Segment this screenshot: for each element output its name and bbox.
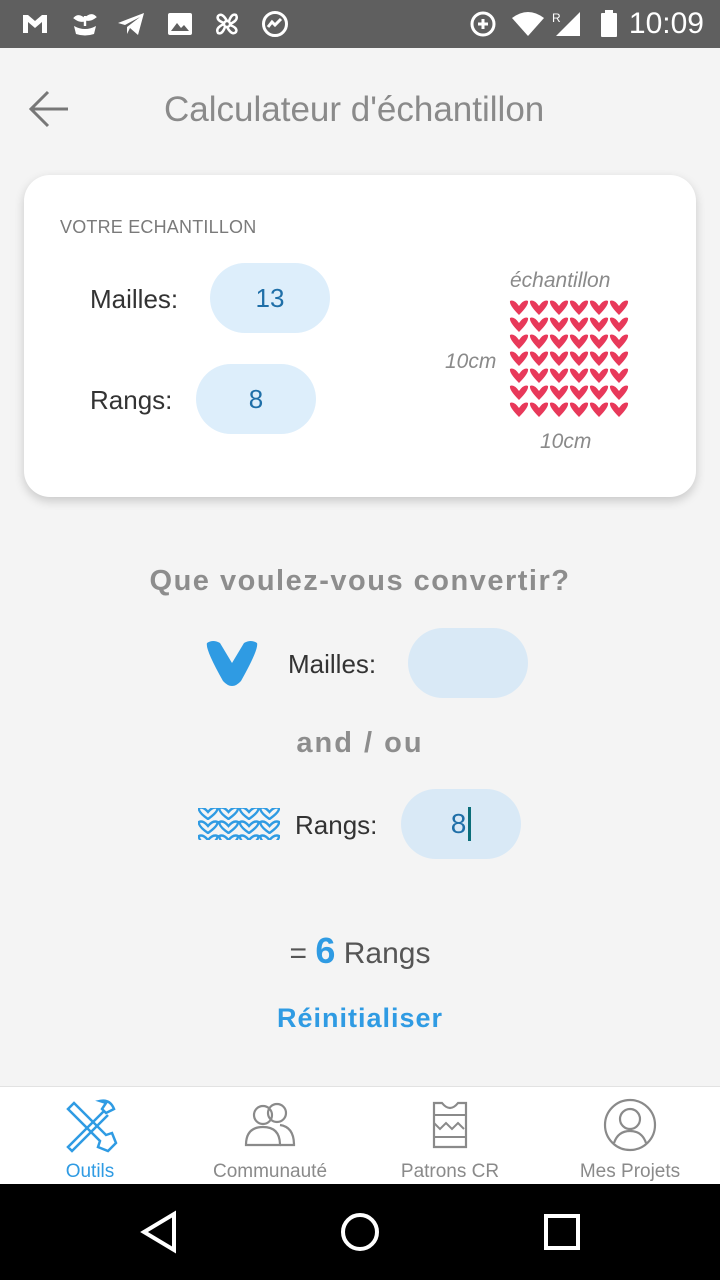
profile-icon: [603, 1098, 657, 1152]
bottom-nav: Outils Communauté Patrons CR Mes Projets: [0, 1086, 720, 1184]
home-circle-icon[interactable]: [338, 1210, 382, 1254]
reset-button[interactable]: Réinitialiser: [0, 1003, 720, 1034]
convert-rangs-input[interactable]: 8: [401, 789, 521, 859]
nav-outils[interactable]: Outils: [0, 1087, 180, 1185]
gmail-icon: [23, 15, 47, 33]
wifi-icon: [512, 12, 544, 36]
image-icon: [168, 13, 192, 35]
swatch-title: échantillon: [510, 269, 611, 292]
pinwheel-icon: [216, 13, 238, 35]
gauge-rangs-input[interactable]: 8: [196, 364, 316, 434]
swatch-height-label: 10cm: [445, 350, 497, 373]
nav-label-projets: Mes Projets: [579, 1161, 681, 1182]
data-saver-icon: [470, 11, 496, 37]
battery-icon: [601, 10, 617, 37]
gauge-rangs-label: Rangs:: [90, 385, 173, 415]
nav-communaute[interactable]: Communauté: [180, 1087, 360, 1185]
sweater-icon: [432, 1101, 468, 1149]
telegram-icon: [118, 13, 144, 35]
activity-icon: [262, 11, 288, 37]
back-arrow-icon[interactable]: [24, 84, 76, 134]
tools-icon: [66, 1099, 118, 1153]
convert-rangs-value: 8: [450, 808, 467, 839]
nav-label-communaute: Communauté: [212, 1161, 328, 1182]
status-bar: R 10:09: [0, 0, 720, 48]
result-unit: Rangs: [343, 937, 431, 970]
result-prefix: =: [289, 937, 308, 970]
status-time: 10:09: [628, 7, 704, 40]
result-value: 6: [315, 930, 336, 971]
rows-icon: [198, 808, 280, 840]
text-cursor: [468, 807, 472, 841]
convert-rangs-label: Rangs:: [295, 810, 378, 840]
result-line: = 6 Rangs: [0, 930, 720, 972]
gauge-card: VOTRE ECHANTILLON Mailles: 13 Rangs: 8 é…: [24, 175, 696, 497]
nav-patrons[interactable]: Patrons CR: [360, 1087, 540, 1185]
back-triangle-icon[interactable]: [138, 1210, 182, 1254]
plant-icon: [73, 14, 97, 36]
knit-swatch-icon: [509, 299, 629, 419]
system-nav-bar: [0, 1184, 720, 1280]
svg-text:R: R: [552, 11, 561, 25]
gauge-mailles-label: Mailles:: [90, 284, 179, 314]
nav-label-outils: Outils: [65, 1161, 115, 1182]
card-label: VOTRE ECHANTILLON: [60, 217, 257, 237]
nav-label-patrons: Patrons CR: [400, 1161, 500, 1182]
swatch-width-label: 10cm: [540, 430, 592, 453]
nav-projets[interactable]: Mes Projets: [540, 1087, 720, 1185]
recents-square-icon[interactable]: [540, 1210, 584, 1254]
convert-mailles-input[interactable]: [408, 628, 528, 698]
stitch-icon: [206, 641, 258, 686]
community-icon: [244, 1102, 296, 1147]
gauge-mailles-input[interactable]: 13: [210, 263, 330, 333]
convert-mailles-label: Mailles:: [288, 649, 377, 679]
convert-question: Que voulez-vous convertir?: [149, 565, 571, 597]
and-or-text: and / ou: [296, 727, 424, 759]
signal-icon: R: [552, 11, 580, 36]
app-bar: Calculateur d'échantillon: [0, 48, 720, 168]
page-title: Calculateur d'échantillon: [164, 90, 545, 129]
